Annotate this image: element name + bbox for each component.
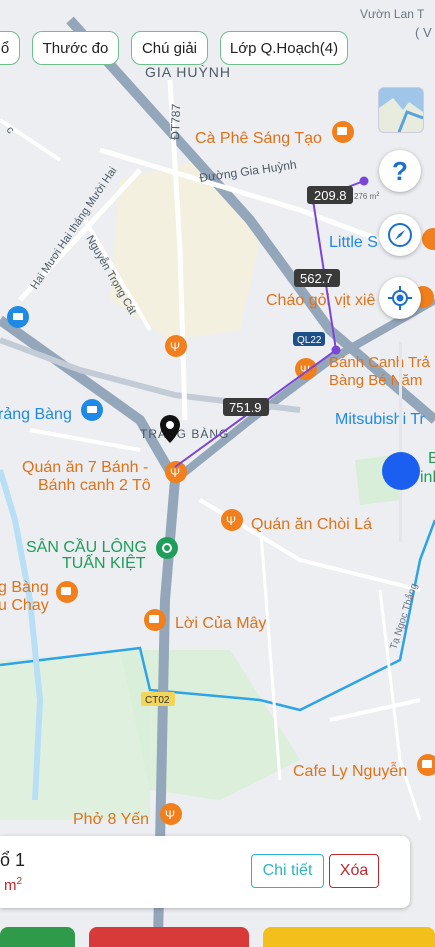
svg-text:Ψ: Ψ bbox=[170, 466, 180, 480]
poi-pin-icon[interactable]: Ψ bbox=[221, 509, 243, 531]
poi-label: SÂN CẦU LÔNG bbox=[26, 537, 147, 556]
poi-pin-icon[interactable] bbox=[144, 609, 166, 631]
status-bar bbox=[0, 0, 435, 8]
svg-text:562.7: 562.7 bbox=[300, 271, 333, 286]
poi-pin-icon[interactable] bbox=[332, 121, 354, 143]
svg-text:QL22: QL22 bbox=[297, 335, 322, 346]
poi-label: Quán ăn 7 Bánh - bbox=[22, 459, 148, 476]
measurement-label-3: 751.9 bbox=[223, 398, 269, 416]
poi-label: Phở 8 Yến bbox=[73, 811, 149, 828]
road-shield-ql22: QL22 bbox=[293, 332, 325, 346]
map-label-top: Vườn Lan T bbox=[360, 7, 425, 21]
bottom-action-yellow[interactable] bbox=[263, 927, 435, 947]
poi-label: TUẤN KIỆT bbox=[62, 553, 146, 572]
svg-text:Ψ: Ψ bbox=[165, 808, 175, 822]
shop-pin-icon[interactable] bbox=[7, 306, 29, 328]
poi-label: B bbox=[428, 450, 435, 467]
svg-text:Ψ: Ψ bbox=[170, 340, 180, 354]
poi-label: rảng Bàng bbox=[0, 406, 72, 423]
card-subtitle: m2 bbox=[4, 876, 23, 894]
poi-label: u Chay bbox=[0, 597, 49, 614]
chip-previous[interactable]: ổ bbox=[0, 31, 20, 65]
sports-pin-icon[interactable] bbox=[156, 537, 178, 559]
svg-text:CT02: CT02 bbox=[145, 695, 170, 706]
road-dt787-label: ĐT787 bbox=[168, 103, 183, 140]
poi-pin-icon[interactable]: Ψ bbox=[165, 335, 187, 357]
svg-text:Ψ: Ψ bbox=[226, 514, 236, 528]
delete-button[interactable]: Xóa bbox=[329, 854, 379, 888]
svg-text:751.9: 751.9 bbox=[229, 400, 262, 415]
svg-text:209.8: 209.8 bbox=[314, 188, 347, 203]
poi-label: Little S bbox=[329, 234, 378, 251]
poi-label: Lời Của Mây bbox=[175, 615, 266, 632]
poi-pin-icon[interactable]: Ψ bbox=[165, 461, 187, 483]
measurement-label-2: 562.7 bbox=[294, 269, 340, 287]
poi-label: Bánh canh 2 Tô bbox=[38, 477, 151, 494]
poi-label: inh bbox=[420, 469, 435, 486]
locate-icon bbox=[388, 286, 412, 310]
poi-label: Cháo gỏi vịt xiê bbox=[266, 292, 375, 309]
chip-legend[interactable]: Chú giải bbox=[131, 31, 208, 65]
road-shield-ct02: CT02 bbox=[141, 692, 175, 706]
toolbar: ổ Thước đo Chú giải Lớp Q.Hoạch(4) bbox=[0, 31, 435, 67]
poi-label: Bàng Bé Năm bbox=[329, 372, 422, 389]
poi-label: Quán ăn Chòi Lá bbox=[251, 516, 372, 533]
area-trang-bang-label: TRẢNG BÀNG bbox=[140, 426, 229, 441]
poi-label: Bánh Canh Trả bbox=[329, 354, 431, 371]
poi-label: Cà Phê Sáng Tạo bbox=[195, 130, 322, 147]
card-title: ổ 1 bbox=[0, 850, 26, 870]
satellite-layer-icon bbox=[379, 88, 423, 132]
help-button[interactable]: ? bbox=[379, 150, 421, 192]
detail-button[interactable]: Chi tiết bbox=[251, 854, 324, 888]
map-canvas[interactable]: Vườn Lan T ( V H GIA HUỲNH ĐT787 Đường G… bbox=[0, 0, 435, 942]
locate-button[interactable] bbox=[379, 277, 421, 319]
shop-pin-icon[interactable] bbox=[81, 399, 103, 421]
poi-label: Mitsubishi Tr bbox=[335, 411, 425, 428]
measurement-card: ổ 1 m2 Chi tiết Xóa bbox=[0, 836, 410, 908]
poi-pin-icon[interactable] bbox=[56, 581, 78, 603]
measurement-label-1: 209.8 bbox=[307, 186, 353, 204]
question-icon: ? bbox=[392, 155, 408, 186]
chip-planning-layer[interactable]: Lớp Q.Hoạch(4) bbox=[220, 31, 348, 65]
bottom-action-green[interactable] bbox=[0, 927, 75, 947]
poi-pin-icon[interactable]: Ψ bbox=[160, 803, 182, 825]
chip-measure[interactable]: Thước đo bbox=[32, 31, 119, 65]
compass-icon bbox=[388, 223, 412, 247]
compass-button[interactable] bbox=[379, 214, 421, 256]
zoom-slider-track[interactable] bbox=[399, 342, 402, 542]
poi-label: Cafe Ly Nguyễn bbox=[293, 761, 407, 780]
poi-label: g Bàng bbox=[0, 579, 49, 596]
map-layer-toggle[interactable] bbox=[378, 87, 424, 133]
bottom-action-red[interactable] bbox=[89, 927, 249, 947]
zoom-slider-knob[interactable] bbox=[382, 452, 420, 490]
